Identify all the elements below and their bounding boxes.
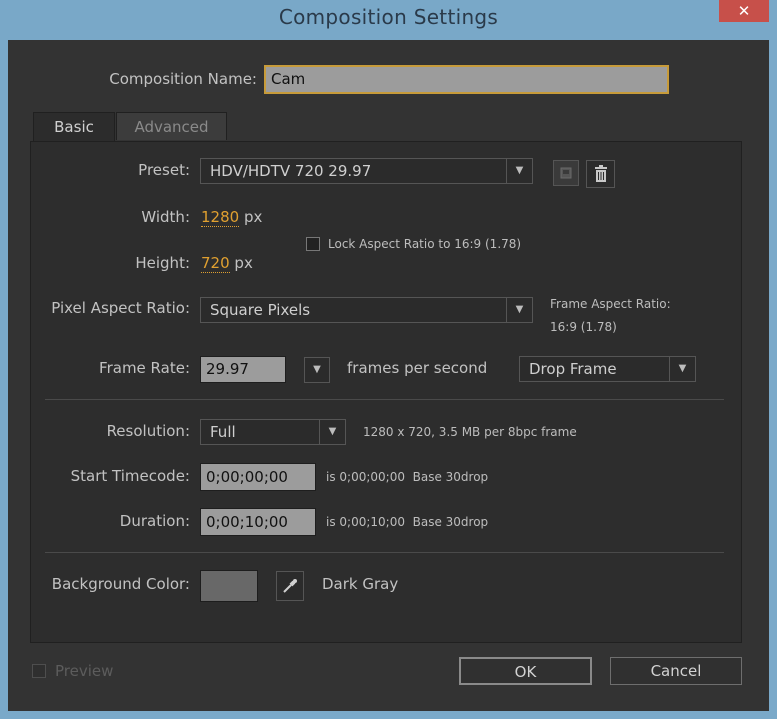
frame-rate-label: Frame Rate: (99, 359, 190, 377)
preview-label[interactable]: Preview (55, 662, 113, 680)
start-timecode-input[interactable]: 0;00;00;00 (200, 463, 316, 491)
resolution-value: Full (210, 423, 236, 441)
height-value[interactable]: 720 (201, 254, 230, 273)
duration-input[interactable]: 0;00;10;00 (200, 508, 316, 536)
divider (45, 552, 724, 553)
frame-aspect-value: 16:9 (1.78) (550, 320, 617, 334)
preset-dropdown[interactable]: HDV/HDTV 720 29.97 ▼ (200, 158, 533, 184)
pixel-aspect-label: Pixel Aspect Ratio: (51, 299, 190, 317)
frame-rate-input[interactable]: 29.97 (200, 356, 286, 383)
duration-label: Duration: (119, 512, 190, 530)
tab-basic[interactable]: Basic (33, 112, 115, 142)
resolution-label: Resolution: (106, 422, 190, 440)
duration-info: is 0;00;10;00 Base 30drop (326, 515, 489, 529)
eyedropper-button[interactable] (276, 571, 304, 601)
resolution-info: 1280 x 720, 3.5 MB per 8bpc frame (363, 425, 577, 439)
chevron-down-icon: ▼ (669, 357, 695, 381)
delete-preset-button[interactable] (586, 160, 615, 188)
lock-aspect-label[interactable]: Lock Aspect Ratio to 16:9 (1.78) (328, 237, 521, 251)
width-value[interactable]: 1280 (201, 208, 240, 227)
start-timecode-info: is 0;00;00;00 Base 30drop (326, 470, 489, 484)
eyedropper-icon (283, 579, 297, 593)
start-timecode-label: Start Timecode: (70, 467, 190, 485)
background-color-label: Background Color: (51, 575, 190, 593)
width-unit: px (243, 208, 263, 226)
title-bar: Composition Settings ✕ (0, 0, 777, 40)
preset-label: Preset: (138, 161, 190, 179)
drop-frame-value: Drop Frame (529, 360, 617, 378)
preview-checkbox[interactable] (32, 664, 46, 678)
divider (45, 399, 724, 400)
close-button[interactable]: ✕ (719, 0, 769, 22)
width-field[interactable]: 1280 px (201, 208, 263, 227)
height-field[interactable]: 720 px (201, 254, 253, 273)
frame-rate-unit-label: frames per second (347, 359, 488, 377)
height-label: Height: (135, 254, 190, 272)
background-color-swatch[interactable] (200, 570, 258, 602)
composition-name-label: Composition Name: (109, 70, 257, 88)
chevron-down-icon: ▼ (319, 420, 345, 444)
frame-rate-dropdown-button[interactable]: ▼ (304, 357, 330, 383)
preset-value: HDV/HDTV 720 29.97 (210, 162, 372, 180)
pixel-aspect-value: Square Pixels (210, 301, 311, 319)
frame-aspect-label: Frame Aspect Ratio: (550, 297, 671, 311)
tab-advanced[interactable]: Advanced (116, 112, 227, 140)
composition-settings-dialog: Composition Name: Cam Basic Advanced Pre… (8, 40, 769, 711)
drop-frame-dropdown[interactable]: Drop Frame ▼ (519, 356, 696, 382)
chevron-down-icon: ▼ (506, 159, 532, 183)
ok-button[interactable]: OK (459, 657, 592, 685)
composition-name-input[interactable]: Cam (264, 65, 669, 94)
cancel-button[interactable]: Cancel (610, 657, 742, 685)
pixel-aspect-dropdown[interactable]: Square Pixels ▼ (200, 297, 533, 323)
trash-icon (594, 165, 607, 182)
window-title: Composition Settings (278, 5, 499, 29)
save-icon (560, 167, 572, 179)
lock-aspect-checkbox[interactable] (306, 237, 320, 251)
save-preset-button[interactable] (553, 160, 579, 186)
width-label: Width: (141, 208, 190, 226)
chevron-down-icon: ▼ (506, 298, 532, 322)
resolution-dropdown[interactable]: Full ▼ (200, 419, 346, 445)
background-color-name: Dark Gray (322, 575, 399, 593)
height-unit: px (234, 254, 253, 272)
